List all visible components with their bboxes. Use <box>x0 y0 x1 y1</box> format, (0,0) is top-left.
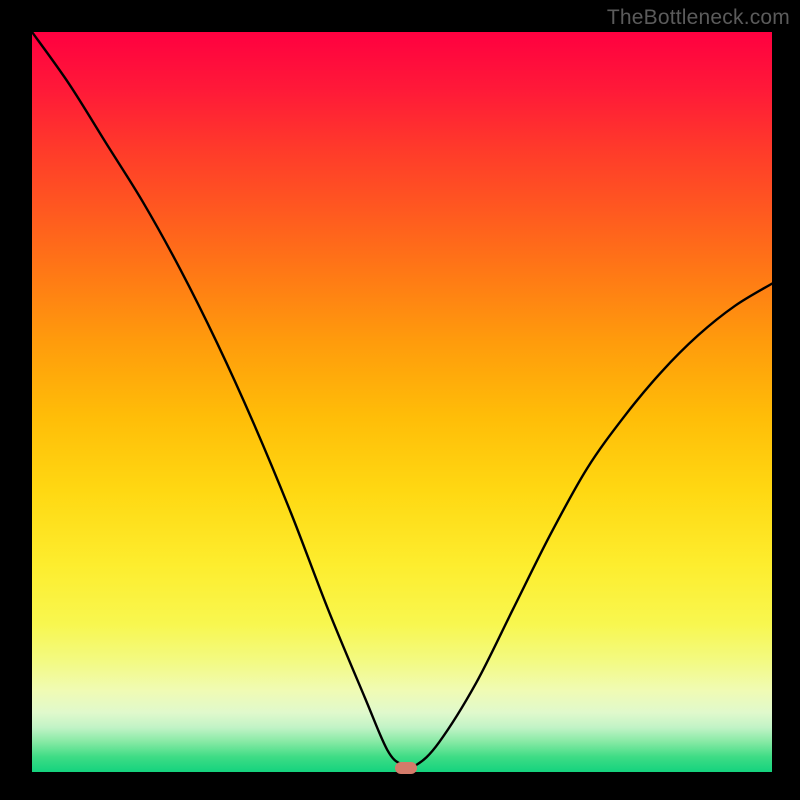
watermark-text: TheBottleneck.com <box>607 6 790 30</box>
bottleneck-curve <box>32 32 772 772</box>
chart-container: TheBottleneck.com <box>0 0 800 800</box>
minimum-marker <box>395 762 417 774</box>
plot-area <box>32 32 772 772</box>
